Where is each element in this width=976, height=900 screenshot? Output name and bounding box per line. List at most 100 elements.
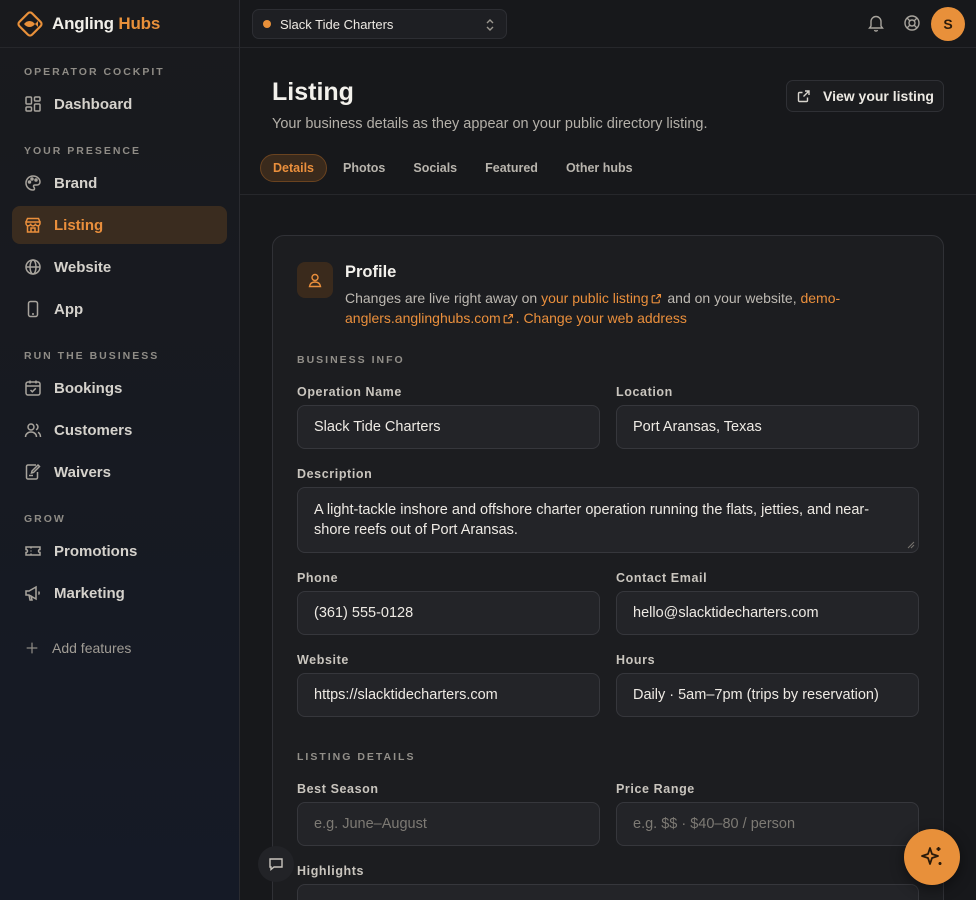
resize-handle-icon[interactable] [907,541,915,549]
price-range-label: Price Range [616,782,695,796]
section-label-your-presence: YOUR PRESENCE [24,145,142,157]
email-label: Contact Email [616,571,708,585]
sidebar-item-dashboard[interactable]: Dashboard [12,85,227,123]
sidebar-item-app[interactable]: App [12,290,227,328]
phone-icon [27,300,39,318]
dashboard-icon [25,96,41,112]
bell-icon[interactable] [868,14,884,32]
section-label-grow: GROW [24,513,66,525]
highlights-label: Highlights [297,864,365,878]
topbar: Slack Tide Charters S [240,0,976,48]
ticket-icon [25,546,41,556]
description-textarea[interactable]: A light-tackle inshore and offshore char… [297,487,919,553]
profile-icon-badge [297,262,333,298]
listing-details-label: LISTING DETAILS [297,751,416,763]
ai-assistant-button[interactable] [904,829,960,885]
users-icon [24,423,42,438]
view-listing-button[interactable]: View your listing [786,80,944,112]
sidebar-item-bookings[interactable]: Bookings [12,369,227,407]
section-label-run-the-business: RUN THE BUSINESS [24,350,160,362]
tab-other-hubs[interactable]: Other hubs [554,154,645,182]
tab-featured[interactable]: Featured [473,154,550,182]
sidebar-item-label: Brand [54,174,98,192]
page-title: Listing [272,78,354,106]
calendar-icon [25,380,41,396]
sidebar-item-label: App [54,300,84,318]
website-label: Website [297,653,349,667]
sidebar-item-website[interactable]: Website [12,248,227,286]
tab-details[interactable]: Details [260,154,327,182]
help-icon[interactable] [903,14,921,32]
tab-photos[interactable]: Photos [331,154,397,182]
tab-divider [240,194,976,195]
sidebar-item-label: Customers [54,421,133,439]
external-link-icon [503,313,513,324]
chat-button[interactable] [258,846,294,882]
location-input[interactable]: Port Aransas, Texas [616,405,919,449]
sidebar-item-label: Marketing [54,584,125,602]
website-input[interactable]: https://slacktidecharters.com [297,673,600,717]
section-label-operator-cockpit: OPERATOR COCKPIT [24,66,165,78]
sidebar: Angling Hubs OPERATOR COCKPIT Dashboard … [0,0,240,900]
description-text: A light-tackle inshore and offshore char… [314,502,870,538]
business-info-label: BUSINESS INFO [297,354,405,366]
chat-icon [269,858,283,871]
sparkle-icon [921,847,942,865]
sidebar-item-promotions[interactable]: Promotions [12,532,227,570]
email-input[interactable]: hello@slacktidecharters.com [616,591,919,635]
desc-text: and on your website, [663,290,801,306]
globe-icon [25,259,41,275]
sidebar-item-listing[interactable]: Listing [12,206,227,244]
location-label: Location [616,385,673,399]
palette-icon [25,175,41,191]
best-season-input[interactable]: e.g. June–August [297,802,600,846]
change-web-address-link[interactable]: Change your web address [523,310,686,326]
brand[interactable]: Angling Hubs [0,0,239,48]
sidebar-item-label: Website [54,258,112,276]
operation-name-label: Operation Name [297,385,402,399]
sidebar-item-label: Dashboard [54,95,133,113]
add-features-label: Add features [52,640,132,656]
desc-text: Changes are live right away on [345,290,542,306]
plus-icon [26,642,38,654]
waiver-icon [25,463,41,480]
megaphone-icon [25,585,40,601]
phone-input[interactable]: (361) 555-0128 [297,591,600,635]
sidebar-item-label: Promotions [54,542,138,560]
hours-input[interactable]: Daily · 5am–7pm (trips by reservation) [616,673,919,717]
org-name: Slack Tide Charters [280,16,394,32]
brand-name: Angling Hubs [52,13,161,33]
sidebar-item-label: Listing [54,216,104,234]
tabs: Details Photos Socials Featured Other hu… [260,154,649,182]
org-selector[interactable]: Slack Tide Charters [252,9,507,39]
profile-description: Changes are live right away on your publ… [345,288,885,328]
avatar[interactable]: S [931,7,965,41]
best-season-label: Best Season [297,782,379,796]
sidebar-item-marketing[interactable]: Marketing [12,574,227,612]
description-label: Description [297,467,373,481]
view-listing-label: View your listing [823,88,934,104]
profile-card [272,235,944,900]
highlights-input[interactable] [297,884,919,900]
sidebar-item-waivers[interactable]: Waivers [12,453,227,491]
sidebar-item-label: Waivers [54,463,111,481]
external-link-icon [651,293,661,304]
price-range-input[interactable]: e.g. $$ · $40–80 / person [616,802,919,846]
angling-hubs-logo-icon [16,10,44,38]
sidebar-item-customers[interactable]: Customers [12,411,227,449]
chevron-updown-icon [486,19,494,31]
phone-label: Phone [297,571,339,585]
store-icon [25,217,41,233]
sidebar-item-label: Bookings [54,379,123,397]
external-link-icon [797,90,810,103]
profile-title: Profile [345,263,397,281]
public-listing-link[interactable]: your public listing [541,290,648,306]
sidebar-item-brand[interactable]: Brand [12,164,227,202]
operation-name-input[interactable]: Slack Tide Charters [297,405,600,449]
user-icon [308,273,322,288]
add-features-button[interactable]: Add features [12,629,227,667]
hours-label: Hours [616,653,656,667]
tab-socials[interactable]: Socials [401,154,469,182]
page-subtitle: Your business details as they appear on … [272,116,708,132]
status-dot [263,20,271,28]
